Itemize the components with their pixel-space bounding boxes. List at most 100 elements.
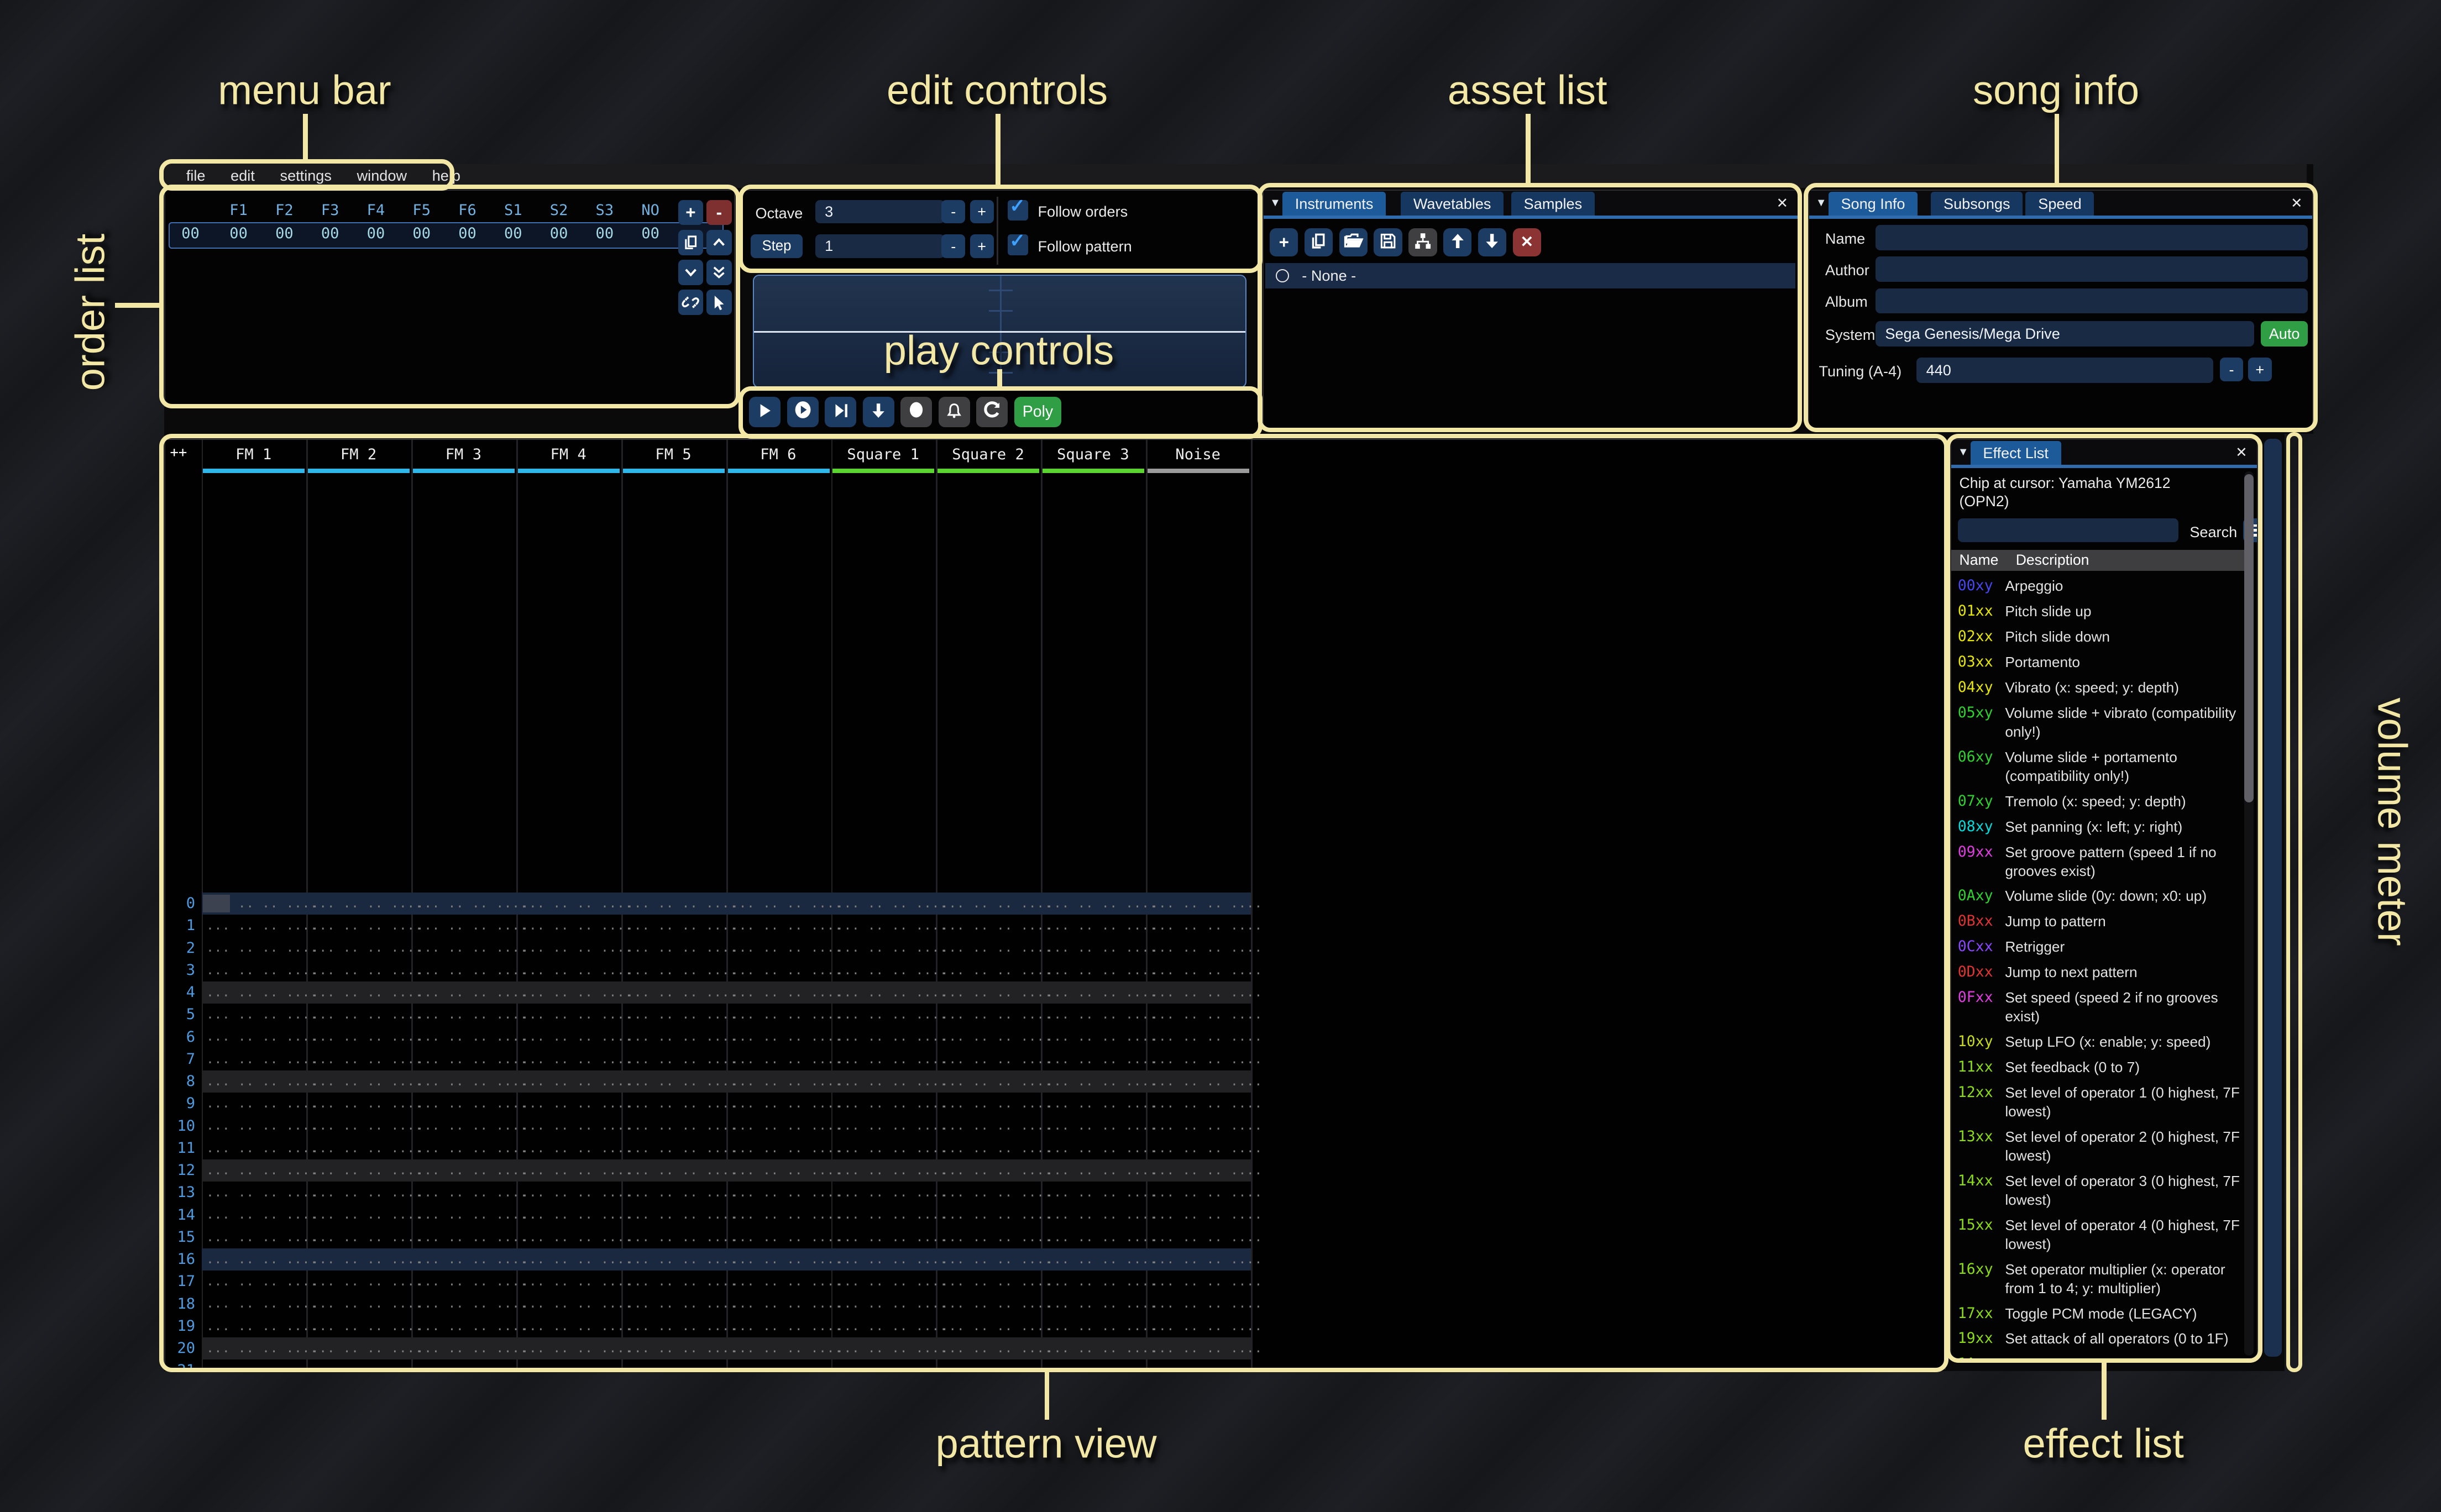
play-to-cursor-button[interactable] — [825, 397, 856, 427]
channel-underline[interactable] — [203, 469, 305, 473]
tab-song-info[interactable]: Song Info — [1829, 192, 1918, 216]
pattern-cell[interactable]: ... .. .. .... — [626, 1341, 737, 1356]
pattern-cell[interactable]: ... .. .. .... — [1151, 1007, 1263, 1022]
pattern-cell[interactable]: ... .. .. .... — [836, 1363, 947, 1369]
pattern-cell[interactable]: ... .. .. .... — [1046, 1030, 1157, 1044]
pattern-cell[interactable]: ... .. .. .... — [1151, 1341, 1263, 1356]
close-icon[interactable]: ✕ — [2291, 195, 2303, 212]
pattern-cell[interactable]: ... .. .. .... — [1151, 1230, 1263, 1245]
pattern-cell[interactable]: ... .. .. .... — [626, 1030, 737, 1044]
pattern-cell[interactable]: ... .. .. .... — [311, 963, 423, 978]
pattern-cell[interactable]: ... .. .. .... — [731, 1208, 842, 1222]
tab-effect-list[interactable]: Effect List — [1971, 441, 2061, 465]
channel-header-fm-1[interactable]: FM 1 — [202, 446, 306, 463]
pattern-cell[interactable]: ... .. .. .... — [311, 1074, 423, 1089]
pattern-cell[interactable]: ... .. .. .... — [206, 1252, 318, 1267]
order-cell[interactable]: 00 — [216, 225, 261, 242]
pattern-cell[interactable]: ... .. .. .... — [1046, 918, 1157, 933]
album-input[interactable] — [1876, 288, 2308, 314]
tab-samples[interactable]: Samples — [1511, 192, 1595, 216]
pattern-cell[interactable]: ... .. .. .... — [1151, 1030, 1263, 1044]
pattern-cell[interactable]: ... .. .. .... — [1151, 1252, 1263, 1267]
effect-row[interactable]: 01xxPitch slide up — [1951, 599, 2251, 624]
asset-open-button[interactable] — [1339, 228, 1368, 256]
pattern-cell[interactable]: ... .. .. .... — [626, 1230, 737, 1245]
pattern-cell[interactable]: ... .. .. .... — [941, 918, 1052, 933]
follow-pattern-checkbox[interactable]: ✓ — [1008, 234, 1028, 255]
pattern-cell[interactable]: ... .. .. .... — [416, 896, 528, 911]
pattern-cell[interactable]: ... .. .. .... — [1046, 896, 1157, 911]
pattern-cell[interactable]: ... .. .. .... — [311, 1208, 423, 1222]
effect-row[interactable]: 0CxxRetrigger — [1951, 935, 2251, 960]
follow-orders-checkbox[interactable]: ✓ — [1008, 200, 1028, 221]
collapse-icon[interactable]: ▼ — [1816, 197, 1827, 209]
effect-row[interactable]: 04xyVibrato (x: speed; y: depth) — [1951, 675, 2251, 701]
pattern-cell[interactable]: ... .. .. .... — [836, 1341, 947, 1356]
pattern-cell[interactable]: ... .. .. .... — [521, 1319, 633, 1334]
channel-header-noise[interactable]: Noise — [1146, 446, 1250, 463]
pattern-cell[interactable]: ... .. .. .... — [836, 1052, 947, 1067]
pattern-cell[interactable]: ... .. .. .... — [941, 1319, 1052, 1334]
pattern-cell[interactable]: ... .. .. .... — [731, 1296, 842, 1311]
pattern-cell[interactable]: ... .. .. .... — [416, 1208, 528, 1222]
order-cell[interactable]: 00 — [444, 225, 490, 242]
order-cell[interactable]: 00 — [627, 225, 673, 242]
pattern-cell[interactable]: ... .. .. .... — [731, 941, 842, 955]
channel-underline[interactable] — [308, 469, 410, 473]
pattern-cell[interactable]: ... .. .. .... — [1046, 941, 1157, 955]
pattern-cell[interactable]: ... .. .. .... — [731, 1030, 842, 1044]
pattern-cell[interactable]: ... .. .. .... — [626, 1163, 737, 1178]
pattern-cell[interactable]: ... .. .. .... — [521, 1052, 633, 1067]
pattern-cell[interactable]: ... .. .. .... — [1151, 941, 1263, 955]
pattern-cell[interactable]: ... .. .. .... — [836, 1007, 947, 1022]
pattern-cell[interactable]: ... .. .. .... — [521, 918, 633, 933]
order-cell[interactable]: 00 — [536, 225, 582, 242]
collapse-icon[interactable]: ▼ — [1270, 197, 1281, 209]
pattern-cell[interactable]: ... .. .. .... — [1046, 963, 1157, 978]
pattern-cell[interactable]: ... .. .. .... — [206, 1363, 318, 1369]
pattern-cell[interactable]: ... .. .. .... — [941, 1274, 1052, 1289]
name-input[interactable] — [1876, 225, 2308, 250]
auto-button[interactable]: Auto — [2261, 321, 2308, 347]
pattern-cell[interactable]: ... .. .. .... — [416, 1030, 528, 1044]
pattern-cell[interactable]: ... .. .. .... — [521, 1296, 633, 1311]
order-cell[interactable]: 00 — [353, 225, 399, 242]
pattern-cell[interactable]: ... .. .. .... — [836, 1185, 947, 1200]
pattern-cell[interactable]: ... .. .. .... — [941, 1141, 1052, 1156]
pattern-cell[interactable]: ... .. .. .... — [1151, 1141, 1263, 1156]
menu-item-file[interactable]: file — [174, 167, 218, 185]
effect-row[interactable]: 0AxyVolume slide (0y: down; x0: up) — [1951, 884, 2251, 910]
effect-row[interactable]: 0BxxJump to pattern — [1951, 909, 2251, 935]
pattern-cell[interactable]: ... .. .. .... — [626, 1141, 737, 1156]
pattern-cell[interactable]: ... .. .. .... — [836, 1319, 947, 1334]
order-cell[interactable]: 00 — [490, 225, 536, 242]
octave-input[interactable]: 3 — [815, 200, 945, 224]
effect-row[interactable]: 09xxSet groove pattern (speed 1 if no gr… — [1951, 840, 2251, 884]
pattern-cell[interactable]: ... .. .. .... — [311, 896, 423, 911]
pattern-cell[interactable]: ... .. .. .... — [206, 1074, 318, 1089]
pattern-cell[interactable]: ... .. .. .... — [521, 1363, 633, 1369]
pattern-cell[interactable]: ... .. .. .... — [836, 1163, 947, 1178]
pattern-cell[interactable]: ... .. .. .... — [731, 1141, 842, 1156]
pattern-cell[interactable]: ... .. .. .... — [206, 1096, 318, 1111]
channel-underline[interactable] — [623, 469, 725, 473]
effect-row[interactable]: 10xySetup LFO (x: enable; y: speed) — [1951, 1030, 2251, 1055]
pattern-cell[interactable]: ... .. .. .... — [836, 918, 947, 933]
pattern-cell[interactable]: ... .. .. .... — [311, 1096, 423, 1111]
pattern-cell[interactable]: ... .. .. .... — [836, 1096, 947, 1111]
pattern-cell[interactable]: ... .. .. .... — [1151, 918, 1263, 933]
pattern-cell[interactable]: ... .. .. .... — [626, 963, 737, 978]
pattern-cell[interactable]: ... .. .. .... — [521, 1230, 633, 1245]
pattern-cell[interactable]: ... .. .. .... — [1151, 1096, 1263, 1111]
pattern-cell[interactable]: ... .. .. .... — [731, 1096, 842, 1111]
pattern-cell[interactable]: ... .. .. .... — [206, 1208, 318, 1222]
pattern-cell[interactable]: ... .. .. .... — [626, 1074, 737, 1089]
pattern-cell[interactable]: ... .. .. .... — [626, 985, 737, 1000]
pattern-cell[interactable]: ... .. .. .... — [521, 941, 633, 955]
channel-underline[interactable] — [518, 469, 620, 473]
pattern-cell[interactable]: ... .. .. .... — [206, 941, 318, 955]
order-move-up-button[interactable] — [706, 230, 732, 255]
channel-underline[interactable] — [413, 469, 515, 473]
order-add-button[interactable]: + — [678, 200, 704, 225]
effect-row[interactable]: 03xxPortamento — [1951, 650, 2251, 675]
